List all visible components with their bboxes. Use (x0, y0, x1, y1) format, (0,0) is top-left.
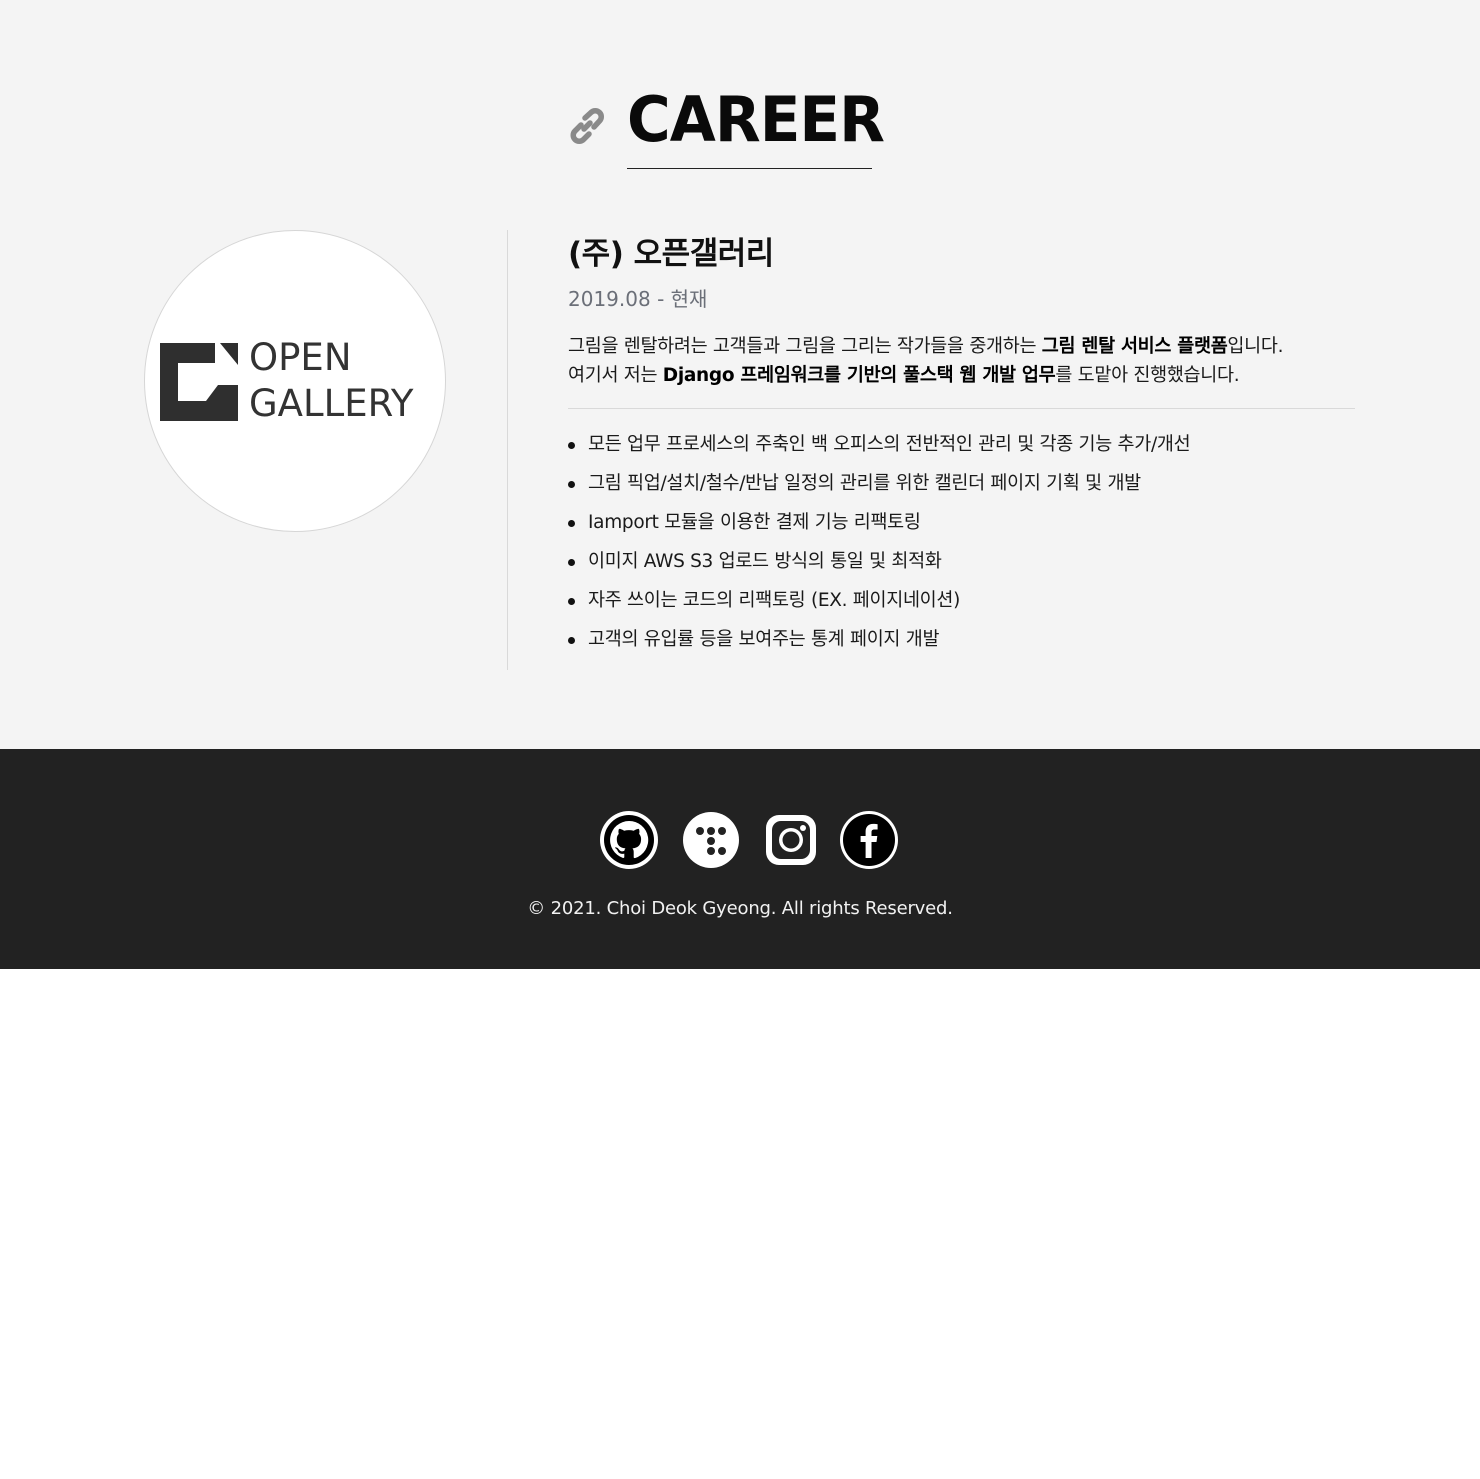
list-item: 이미지 AWS S3 업로드 방식의 통일 및 최적화 (568, 546, 1358, 585)
footer: © 2021. Choi Deok Gyeong. All rights Res… (0, 749, 1480, 969)
github-icon (600, 811, 658, 869)
task-text: 이미지 AWS S3 업로드 방식의 통일 및 최적화 (588, 551, 942, 572)
section-title: CAREER (627, 83, 885, 156)
bullet-icon (568, 481, 575, 488)
bullet-icon (568, 637, 575, 644)
link-icon (570, 108, 604, 144)
facebook-link[interactable] (838, 809, 900, 871)
vertical-divider (507, 230, 508, 670)
tistory-icon (683, 812, 739, 868)
open-gallery-logo-icon (160, 343, 238, 421)
title-underline (627, 168, 872, 169)
company-name: (주) 오픈갤러리 (568, 236, 774, 272)
instagram-icon (766, 815, 816, 865)
task-text: 그림 픽업/설치/철수/반납 일정의 관리를 위한 캘린더 페이지 기획 및 개… (588, 473, 1141, 494)
bullet-icon (568, 559, 575, 566)
career-period: 2019.08 - 현재 (568, 287, 708, 311)
task-text: 고객의 유입률 등을 보여주는 통계 페이지 개발 (588, 629, 940, 650)
logo-text: OPEN GALLERY (249, 335, 414, 427)
list-item: 고객의 유입률 등을 보여주는 통계 페이지 개발 (568, 624, 1358, 663)
description-text: 여기서 저는 (568, 365, 663, 386)
description-text: 그림을 렌탈하려는 고객들과 그림을 그리는 작가들을 중개하는 (568, 336, 1042, 357)
task-text: 모든 업무 프로세스의 주축인 백 오피스의 전반적인 관리 및 각종 기능 추… (588, 434, 1191, 455)
task-list: 모든 업무 프로세스의 주축인 백 오피스의 전반적인 관리 및 각종 기능 추… (568, 429, 1358, 663)
logo-text-line2: GALLERY (249, 382, 414, 425)
bullet-icon (568, 520, 575, 527)
social-links (598, 809, 908, 871)
description-highlight: 그림 렌탈 서비스 플랫폼 (1041, 336, 1228, 357)
github-link[interactable] (598, 809, 660, 871)
copyright-text: © 2021. Choi Deok Gyeong. All rights Res… (527, 898, 953, 919)
company-logo: OPEN GALLERY (144, 230, 446, 532)
instagram-link[interactable] (762, 809, 824, 871)
career-description: 그림을 렌탈하려는 고객들과 그림을 그리는 작가들을 중개하는 그림 렌탈 서… (568, 332, 1358, 390)
section-header: CAREER (565, 82, 885, 172)
bullet-icon (568, 442, 575, 449)
list-item: 그림 픽업/설치/철수/반납 일정의 관리를 위한 캘린더 페이지 기획 및 개… (568, 468, 1358, 507)
bullet-icon (568, 598, 575, 605)
description-highlight: Django 프레임워크를 기반의 풀스택 웹 개발 업무 (662, 365, 1056, 386)
description-text: 입니다. (1227, 336, 1284, 357)
career-entry: (주) 오픈갤러리 2019.08 - 현재 그림을 렌탈하려는 고객들과 그림… (568, 232, 1358, 663)
description-text: 를 도맡아 진행했습니다. (1055, 365, 1240, 386)
content-divider (568, 408, 1355, 409)
list-item: Iamport 모듈을 이용한 결제 기능 리팩토링 (568, 507, 1358, 546)
logo-text-line1: OPEN (249, 336, 352, 379)
facebook-icon (840, 811, 898, 869)
tistory-link[interactable] (680, 809, 742, 871)
task-text: Iamport 모듈을 이용한 결제 기능 리팩토링 (588, 512, 921, 533)
list-item: 모든 업무 프로세스의 주축인 백 오피스의 전반적인 관리 및 각종 기능 추… (568, 429, 1358, 468)
list-item: 자주 쓰이는 코드의 리팩토링 (EX. 페이지네이션) (568, 585, 1358, 624)
career-section: CAREER OPEN GALLERY (주) 오픈갤러리 2019.08 - … (0, 0, 1480, 749)
task-text: 자주 쓰이는 코드의 리팩토링 (EX. 페이지네이션) (588, 590, 961, 611)
